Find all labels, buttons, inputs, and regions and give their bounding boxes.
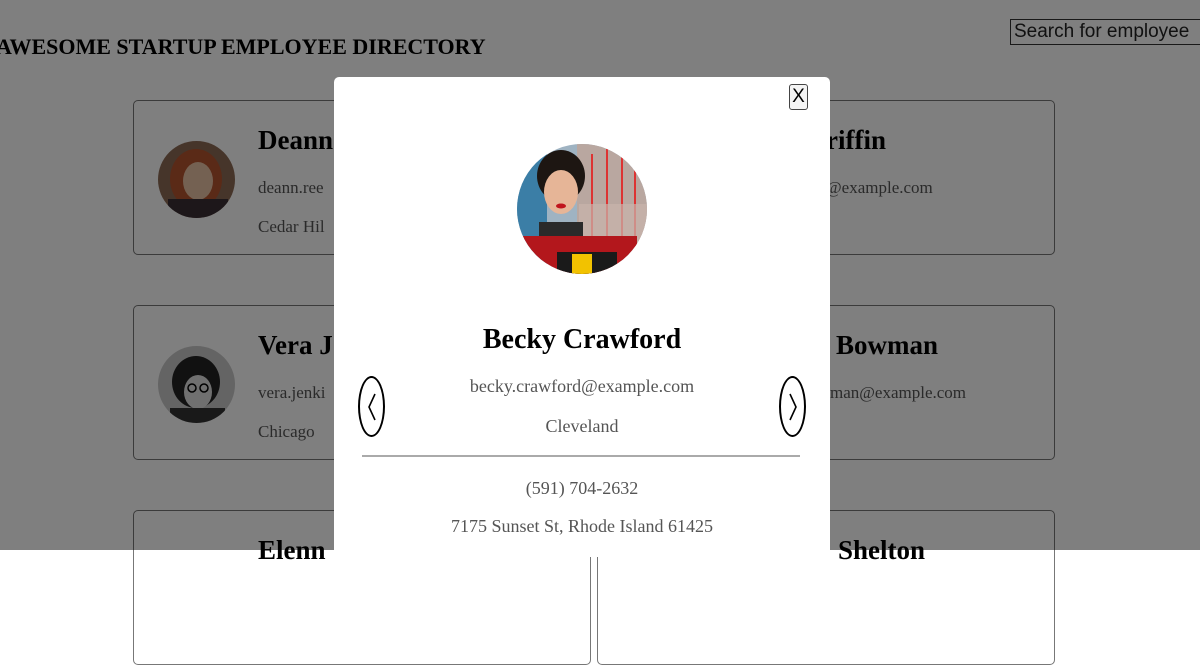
directory-page: AWESOME STARTUP EMPLOYEE DIRECTORY Deann… [0, 0, 1200, 665]
employee-city: Cleveland [545, 416, 619, 436]
employee-address: 7175 Sunset St, Rhode Island 61425 [450, 516, 713, 536]
previous-employee-button[interactable] [358, 376, 385, 437]
employee-phone: (591) 704-2632 [525, 478, 639, 498]
employee-name: Becky Crawford [482, 324, 682, 355]
employee-email: becky.crawford@example.com [469, 376, 695, 396]
employee-modal: X Becky Crawford becky.crawford@example.… [334, 77, 830, 557]
chevron-right-icon [788, 393, 797, 420]
divider [362, 455, 800, 457]
avatar [517, 144, 647, 274]
close-button[interactable]: X [789, 84, 808, 110]
chevron-left-icon [367, 393, 376, 420]
next-employee-button[interactable] [779, 376, 806, 437]
